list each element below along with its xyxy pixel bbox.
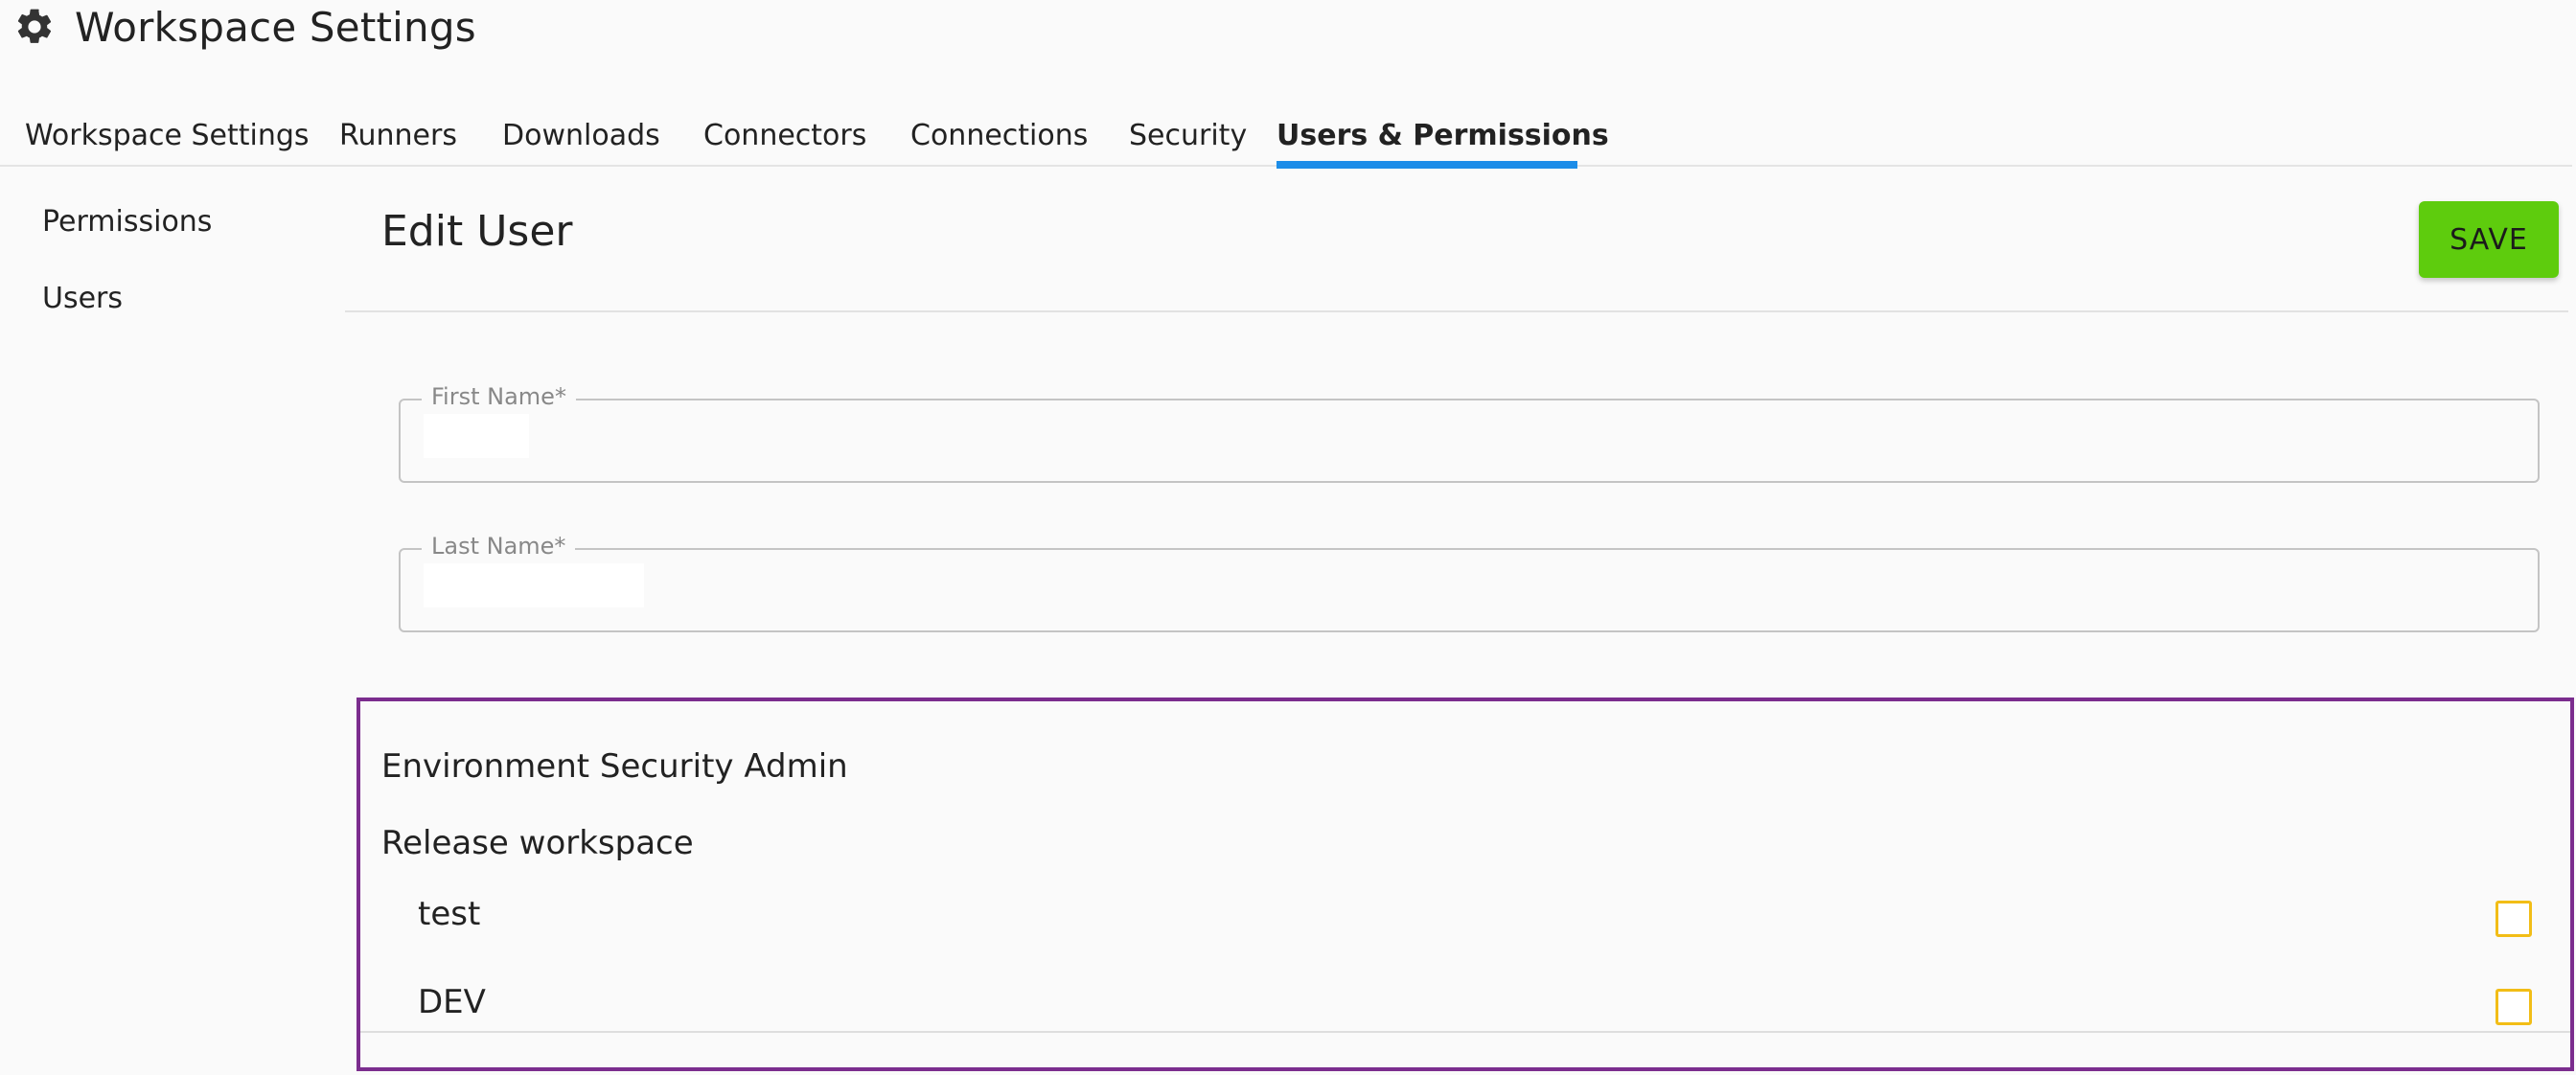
list-item: test (360, 880, 2570, 956)
gear-icon (17, 9, 52, 43)
permission-label: DEV (418, 983, 486, 1021)
permission-checkbox-dev[interactable] (2496, 989, 2532, 1025)
first-name-field: First Name* (399, 383, 2540, 483)
first-name-label: First Name* (422, 383, 576, 410)
save-button[interactable]: SAVE (2419, 201, 2559, 278)
last-name-input[interactable] (424, 563, 644, 607)
edit-user-title: Edit User (381, 207, 573, 256)
tab-security[interactable]: Security (1129, 113, 1247, 167)
tab-connectors[interactable]: Connectors (703, 113, 866, 167)
tab-workspace-settings[interactable]: Workspace Settings (25, 113, 310, 167)
tab-connections[interactable]: Connections (910, 113, 1088, 167)
permission-checkbox-test[interactable] (2496, 901, 2532, 937)
last-name-field: Last Name* (399, 533, 2540, 632)
tab-downloads[interactable]: Downloads (502, 113, 660, 167)
permissions-section: Environment Security Admin Release works… (356, 698, 2574, 1071)
sidebar-item-permissions[interactable]: Permissions (42, 205, 212, 239)
first-name-input[interactable] (424, 414, 529, 458)
settings-tabs: Workspace Settings Runners Downloads Con… (0, 113, 2572, 169)
role-heading: Environment Security Admin (381, 747, 848, 786)
page-header: Workspace Settings (13, 0, 476, 54)
workspace-group-heading: Release workspace (381, 824, 694, 862)
tab-users-permissions[interactable]: Users & Permissions (1276, 113, 1609, 169)
permission-label: test (418, 895, 481, 933)
page-title: Workspace Settings (75, 3, 476, 51)
tab-runners[interactable]: Runners (339, 113, 457, 167)
sidebar-item-users[interactable]: Users (42, 282, 123, 315)
title-divider (345, 310, 2568, 312)
last-name-label: Last Name* (422, 533, 576, 560)
row-divider (360, 1031, 2570, 1033)
list-item: DEV (360, 968, 2570, 1050)
workspace-settings-page: Workspace Settings Workspace Settings Ru… (0, 0, 2576, 1075)
